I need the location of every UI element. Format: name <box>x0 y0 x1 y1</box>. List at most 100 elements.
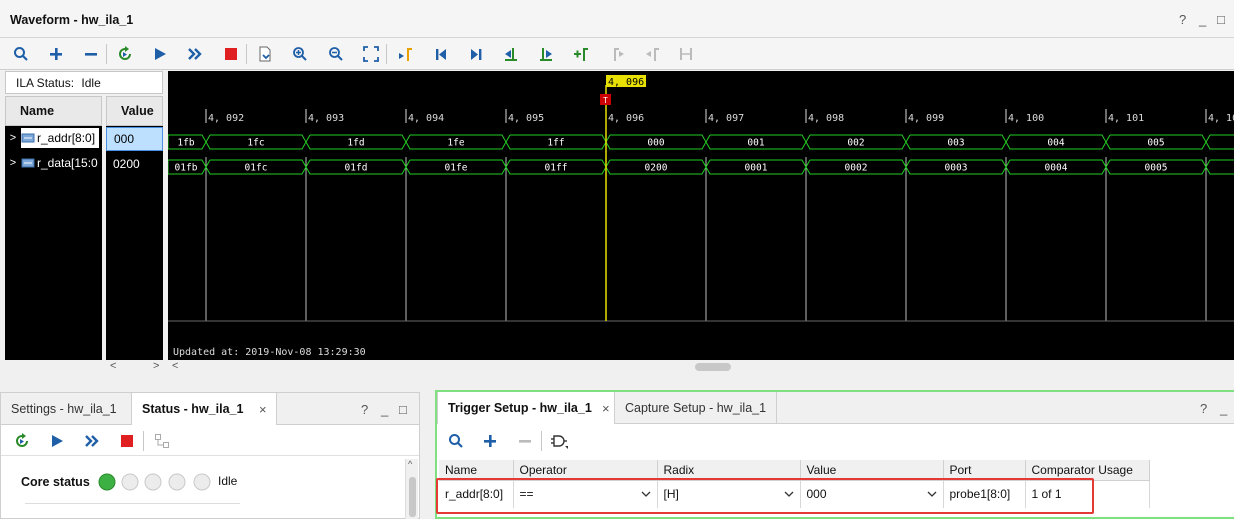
r-addr-bus-value-label: 1ff <box>547 138 564 149</box>
add-icon[interactable] <box>479 430 501 452</box>
vertical-scrollbar[interactable]: ^ <box>405 459 418 519</box>
zoom-out-icon[interactable] <box>325 43 347 65</box>
scroll-right-icon[interactable]: > <box>153 360 159 372</box>
tab-capture-setup[interactable]: Capture Setup - hw_ila_1 <box>615 392 778 424</box>
maximize-icon[interactable]: □ <box>1217 12 1225 27</box>
trigger-toolbar <box>437 425 1234 457</box>
signal-row-r-data[interactable]: > r_data[15:0 <box>5 153 102 173</box>
prev-transition-icon[interactable] <box>500 43 522 65</box>
tab-status[interactable]: Status - hw_ila_1 <box>131 393 277 425</box>
remove-icon[interactable] <box>514 430 536 452</box>
r-data-bus-value-label: 01ff <box>545 163 568 174</box>
r-addr-bus-value-label: 003 <box>947 138 964 149</box>
expand-chevron-icon[interactable]: > <box>5 157 21 169</box>
column-header[interactable]: Comparator Usage <box>1025 460 1150 481</box>
search-icon[interactable] <box>445 430 467 452</box>
column-header[interactable]: Radix <box>657 460 801 481</box>
refresh-run-icon[interactable] <box>11 430 33 452</box>
column-header[interactable]: Operator <box>513 460 658 481</box>
r-addr-bus-value-label: 1fc <box>247 138 264 149</box>
signal-value[interactable]: 000 <box>106 127 163 151</box>
bus-probe-icon <box>21 133 35 143</box>
go-first-icon[interactable] <box>430 43 452 65</box>
run-immediate-icon[interactable] <box>184 43 206 65</box>
time-tick-label: 4, 094 <box>408 113 444 124</box>
add-marker-icon[interactable] <box>570 43 592 65</box>
add-icon[interactable] <box>45 43 67 65</box>
column-header[interactable]: Name <box>439 460 514 481</box>
refresh-run-icon[interactable] <box>114 43 136 65</box>
scroll-left-icon[interactable]: < <box>110 360 116 372</box>
time-tick-label: 4, 101 <box>1108 113 1144 124</box>
run-icon[interactable] <box>149 43 171 65</box>
zoom-in-icon[interactable] <box>289 43 311 65</box>
minimize-icon[interactable]: _ <box>1199 12 1206 27</box>
core-status-value: Idle <box>218 474 238 488</box>
signal-value-list: 000 0200 <box>106 126 163 360</box>
column-header[interactable]: Port <box>943 460 1026 481</box>
swap-cursors-icon[interactable] <box>675 43 697 65</box>
hierarchy-icon[interactable] <box>151 430 173 452</box>
minimize-icon[interactable]: _ <box>1220 401 1227 416</box>
run-immediate-icon[interactable] <box>81 430 103 452</box>
trigger-marker-glyph: T <box>603 96 608 105</box>
marker-add-icon[interactable] <box>394 43 416 65</box>
trigger-table-header: Name Operator Radix Value Port Comparato… <box>439 460 1150 481</box>
ila-status-value: Idle <box>81 76 101 90</box>
column-header[interactable]: Value <box>800 460 944 481</box>
r-data-bus-value-label: 0004 <box>1045 163 1068 174</box>
prev-marker-icon[interactable] <box>607 43 629 65</box>
tab-settings[interactable]: Settings - hw_ila_1 <box>1 393 127 425</box>
status-tabbar: Settings - hw_ila_1 Status - hw_ila_1 × … <box>1 393 419 425</box>
time-tick-label: 4, 100 <box>1008 113 1044 124</box>
horizontal-scrollbar-thumb[interactable] <box>695 363 731 371</box>
name-column-header[interactable]: Name <box>5 96 102 126</box>
waveform-canvas[interactable]: 4, 092 4, 093 4, 094 4, 095 4, 096 4, 097 4, 0… <box>168 71 1234 360</box>
next-transition-icon[interactable] <box>535 43 557 65</box>
scroll-left-icon[interactable]: < <box>172 360 178 372</box>
help-icon[interactable]: ? <box>1179 12 1186 27</box>
r-addr-bus-value-label: 004 <box>1047 138 1064 149</box>
close-tab-icon[interactable]: × <box>259 402 267 417</box>
gate-icon[interactable] <box>549 430 571 452</box>
r-addr-bus-value-label: 000 <box>647 138 664 149</box>
stop-icon[interactable] <box>116 430 138 452</box>
ila-status: ILA Status: Idle <box>5 71 163 94</box>
help-icon[interactable]: ? <box>1200 401 1207 416</box>
time-tick-label: 4, 10 <box>1208 113 1234 124</box>
help-icon[interactable]: ? <box>361 402 368 417</box>
waveform-toolbar <box>0 38 1234 70</box>
r-data-bus-value-label: 01fb <box>175 163 198 174</box>
tab-status-label: Status - hw_ila_1 <box>142 402 244 416</box>
signal-name: r_data[15:0 <box>37 156 98 170</box>
scroll-up-icon[interactable]: ^ <box>408 459 412 469</box>
r-data-bus-value-label: 0003 <box>945 163 968 174</box>
status-panel: Settings - hw_ila_1 Status - hw_ila_1 × … <box>0 392 420 519</box>
r-addr-bus-value-label: 005 <box>1147 138 1164 149</box>
signal-value[interactable]: 0200 <box>106 153 163 177</box>
search-icon[interactable] <box>10 43 32 65</box>
minimize-icon[interactable]: _ <box>381 402 388 417</box>
scrollbar-thumb[interactable] <box>409 477 416 517</box>
tab-trigger-setup[interactable]: Trigger Setup - hw_ila_1 <box>437 392 615 424</box>
r-data-bus-value-label: 0001 <box>745 163 768 174</box>
expand-chevron-icon[interactable]: > <box>5 132 21 144</box>
time-tick-label: 4, 093 <box>308 113 344 124</box>
signal-row-r-addr[interactable]: > r_addr[8:0] <box>5 128 102 148</box>
close-tab-icon[interactable]: × <box>602 401 610 416</box>
trigger-tabbar: Trigger Setup - hw_ila_1 × Capture Setup… <box>437 392 1234 424</box>
bus-probe-icon <box>21 158 35 168</box>
go-last-icon[interactable] <box>465 43 487 65</box>
value-column-header[interactable]: Value <box>106 96 163 126</box>
stop-icon[interactable] <box>220 43 242 65</box>
zoom-fit-icon[interactable] <box>360 43 382 65</box>
signal-name: r_addr[8:0] <box>37 131 96 145</box>
r-data-bus-value-label: 01fc <box>245 163 268 174</box>
run-icon[interactable] <box>46 430 68 452</box>
highlight-box <box>436 478 1094 514</box>
remove-icon[interactable] <box>80 43 102 65</box>
next-marker-icon[interactable] <box>641 43 663 65</box>
export-icon[interactable] <box>254 43 276 65</box>
time-tick-label: 4, 092 <box>208 113 244 124</box>
maximize-icon[interactable]: □ <box>399 402 407 417</box>
